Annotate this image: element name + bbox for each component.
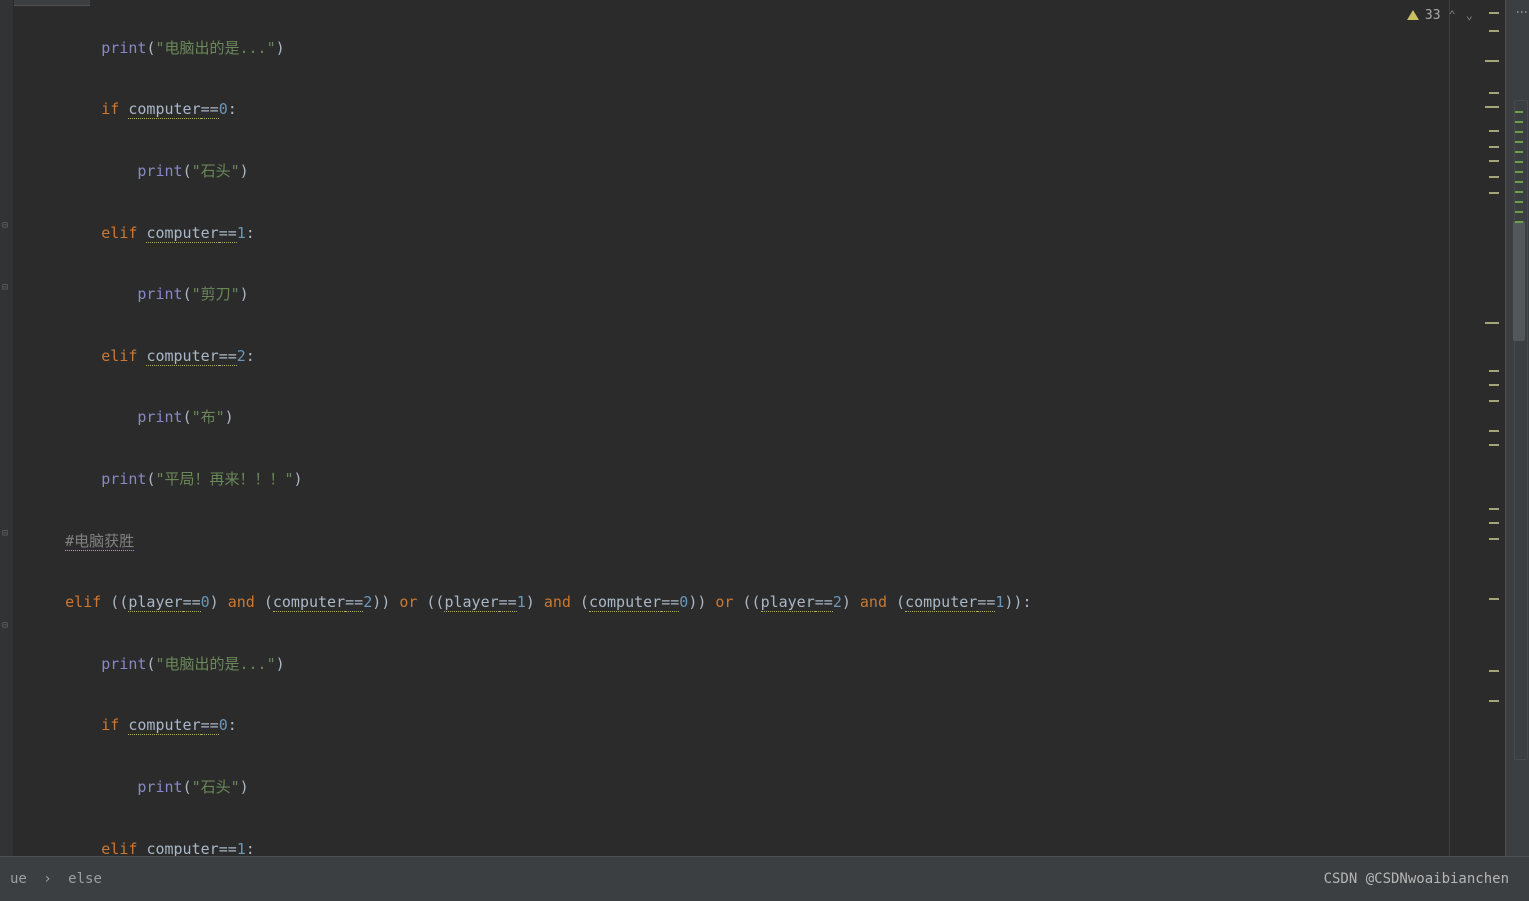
breadcrumb-item[interactable]: else: [68, 871, 102, 887]
keyword-if: if: [101, 716, 119, 734]
fn-call: print: [137, 162, 182, 180]
breadcrumb-bar: ue › else CSDN @CSDNwoaibianchen: [0, 856, 1529, 901]
var: player: [128, 593, 182, 612]
fold-icon[interactable]: ⊟: [2, 282, 8, 293]
fn-call: print: [101, 470, 146, 488]
watermark: CSDN @CSDNwoaibianchen: [1324, 871, 1519, 887]
num: 0: [679, 593, 688, 611]
fn-call: print: [101, 655, 146, 673]
keyword-elif: elif: [101, 347, 137, 365]
var: player: [761, 593, 815, 612]
warning-icon[interactable]: [1407, 10, 1419, 20]
var: computer: [128, 100, 200, 119]
fold-icon[interactable]: ⊟: [2, 528, 8, 539]
num: 1: [237, 840, 246, 856]
var: computer: [273, 593, 345, 612]
num: 2: [833, 593, 842, 611]
sidebar-label[interactable]: ⋮: [1506, 6, 1529, 18]
warning-count: 33: [1425, 8, 1441, 23]
keyword-or: or: [715, 593, 733, 611]
string-literal: "平局！再来！！！": [155, 470, 293, 488]
num: 2: [237, 347, 246, 365]
inspection-status: 33 ⌃ ⌄: [1407, 6, 1475, 24]
keyword-elif: elif: [101, 840, 137, 856]
fold-icon[interactable]: ⊟: [2, 620, 8, 631]
comment: #电脑获胜: [65, 532, 134, 551]
fn-call: print: [137, 408, 182, 426]
num: 2: [363, 593, 372, 611]
string-literal: "电脑出的是...": [155, 39, 275, 57]
chevron-up-icon[interactable]: ⌃: [1447, 6, 1458, 24]
num: 1: [517, 593, 526, 611]
string-literal: "布": [192, 408, 225, 426]
breadcrumb-item[interactable]: ue: [10, 871, 27, 887]
fold-icon[interactable]: ⊟: [2, 220, 8, 231]
keyword-if: if: [101, 100, 119, 118]
string-literal: "石头": [192, 778, 240, 796]
keyword-and: and: [860, 593, 887, 611]
num: 1: [995, 593, 1004, 611]
num: 0: [219, 716, 228, 734]
string-literal: "电脑出的是...": [155, 655, 275, 673]
var: computer: [146, 224, 218, 243]
editor-area: ⊟ ⊟ ⊟ ⊟ print("电脑出的是...") if computer==0…: [0, 0, 1505, 856]
num: 1: [237, 224, 246, 242]
keyword-or: or: [399, 593, 417, 611]
keyword-elif: elif: [65, 593, 101, 611]
keyword-and: and: [228, 593, 255, 611]
string-literal: "剪刀": [192, 285, 240, 303]
fn-call: print: [137, 285, 182, 303]
var: computer: [128, 716, 200, 735]
var: computer: [589, 593, 661, 612]
var: player: [444, 593, 498, 612]
string-literal: "石头": [192, 162, 240, 180]
gutter: ⊟ ⊟ ⊟ ⊟: [0, 0, 14, 856]
keyword-elif: elif: [101, 224, 137, 242]
code-content[interactable]: print("电脑出的是...") if computer==0: print(…: [14, 0, 1449, 856]
breadcrumb-separator: ›: [43, 871, 51, 887]
num: 0: [201, 593, 210, 611]
right-tool-sidebar[interactable]: ⋮: [1505, 0, 1529, 856]
scrollbar-thumb[interactable]: [1513, 221, 1525, 341]
fn-call: print: [101, 39, 146, 57]
var: computer: [146, 840, 218, 856]
num: 0: [219, 100, 228, 118]
fn-call: print: [137, 778, 182, 796]
scrollbar-track[interactable]: [1514, 100, 1528, 760]
var: computer: [905, 593, 977, 612]
keyword-and: and: [544, 593, 571, 611]
var: computer: [146, 347, 218, 366]
overview-ruler[interactable]: [1449, 0, 1505, 856]
chevron-down-icon[interactable]: ⌄: [1464, 6, 1475, 24]
